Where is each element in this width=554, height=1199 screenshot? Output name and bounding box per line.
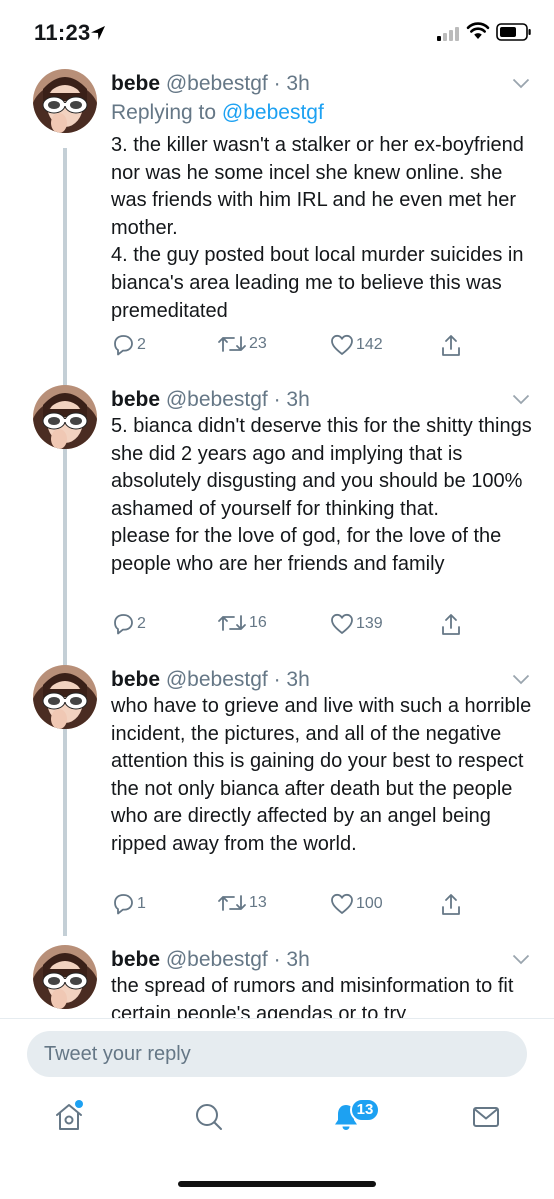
location-arrow-icon	[91, 26, 105, 40]
tweet[interactable]: bebe @bebestgf · 3h the spread of rumors…	[0, 940, 554, 1018]
chevron-down-icon[interactable]	[512, 394, 530, 405]
tweet-text: 3. the killer wasn't a stalker or her ex…	[111, 134, 524, 322]
like-button[interactable]: 139	[330, 613, 383, 635]
like-count: 100	[356, 895, 383, 912]
reply-button[interactable]: 1	[111, 893, 146, 915]
home-unread-dot	[75, 1100, 83, 1108]
replying-to-handle[interactable]: @bebestgf	[222, 101, 324, 124]
tweet-actions: 2 16 139	[111, 613, 531, 641]
retweet-count: 23	[249, 335, 267, 352]
share-button[interactable]	[440, 334, 462, 358]
wifi-icon	[466, 22, 490, 39]
share-button[interactable]	[440, 613, 462, 637]
status-time: 11:23	[34, 20, 91, 45]
tweet[interactable]: bebe @bebestgf · 3h who have to grieve a…	[0, 660, 554, 930]
tweet-header: bebe @bebestgf · 3h	[111, 388, 310, 411]
tweet[interactable]: bebe @bebestgf · 3h Replying to @bebestg…	[0, 64, 554, 364]
chevron-down-icon[interactable]	[512, 78, 530, 89]
reply-icon	[114, 335, 133, 356]
tweet-text: the spread of rumors and misinformation …	[111, 975, 514, 1018]
display-name[interactable]: bebe	[111, 668, 160, 691]
replying-to-label: Replying to	[111, 101, 222, 124]
avatar[interactable]	[33, 385, 97, 449]
search-icon[interactable]	[194, 1102, 224, 1132]
cellular-signal-icon	[437, 27, 459, 41]
battery-icon	[496, 23, 531, 41]
replying-to: Replying to @bebestgf	[111, 101, 324, 125]
tweet[interactable]: bebe @bebestgf · 3h 5. bianca didn't des…	[0, 380, 554, 650]
retweet-button[interactable]: 16	[217, 613, 267, 633]
retweet-button[interactable]: 23	[217, 334, 267, 354]
like-count: 142	[356, 336, 383, 353]
timestamp[interactable]: 3h	[286, 72, 309, 95]
avatar[interactable]	[33, 69, 97, 133]
tweet-actions: 1 13 100	[111, 893, 531, 921]
share-icon	[442, 614, 460, 635]
reply-input[interactable]: Tweet your reply	[27, 1031, 527, 1077]
avatar[interactable]	[33, 945, 97, 1009]
notification-badge: 13	[350, 1098, 380, 1122]
reply-count: 2	[137, 615, 146, 632]
tweet-header: bebe @bebestgf · 3h	[111, 948, 310, 971]
timestamp[interactable]: 3h	[286, 948, 309, 971]
tweet-text: 5. bianca didn't deserve this for the sh…	[111, 415, 532, 575]
handle[interactable]: @bebestgf	[166, 668, 268, 691]
heart-icon	[331, 613, 353, 634]
timestamp[interactable]: 3h	[286, 388, 309, 411]
display-name[interactable]: bebe	[111, 388, 160, 411]
home-indicator[interactable]	[178, 1181, 376, 1187]
chevron-down-icon[interactable]	[512, 954, 530, 965]
reply-icon	[114, 614, 133, 635]
tweet-text: who have to grieve and live with such a …	[111, 695, 532, 855]
reply-count: 2	[137, 336, 146, 353]
handle[interactable]: @bebestgf	[166, 948, 268, 971]
retweet-count: 13	[249, 894, 267, 911]
retweet-icon	[218, 895, 246, 911]
like-count: 139	[356, 615, 383, 632]
tweet-header: bebe @bebestgf · 3h	[111, 668, 310, 691]
retweet-button[interactable]: 13	[217, 893, 267, 913]
retweet-icon	[218, 615, 246, 631]
status-bar: 11:23	[0, 0, 554, 64]
like-button[interactable]: 100	[330, 893, 383, 915]
avatar[interactable]	[33, 665, 97, 729]
reply-button[interactable]: 2	[111, 613, 146, 635]
share-icon	[442, 894, 460, 915]
handle[interactable]: @bebestgf	[166, 388, 268, 411]
reply-input-placeholder: Tweet your reply	[44, 1043, 191, 1065]
retweet-icon	[218, 336, 246, 352]
messages-icon[interactable]	[471, 1102, 501, 1132]
like-button[interactable]: 142	[330, 334, 383, 356]
heart-icon	[331, 893, 353, 914]
reply-icon	[114, 894, 133, 915]
heart-icon	[331, 334, 353, 355]
chevron-down-icon[interactable]	[512, 674, 530, 685]
display-name[interactable]: bebe	[111, 72, 160, 95]
timestamp[interactable]: 3h	[286, 668, 309, 691]
display-name[interactable]: bebe	[111, 948, 160, 971]
share-button[interactable]	[440, 893, 462, 917]
tweet-actions: 2 23 142	[111, 334, 531, 362]
handle[interactable]: @bebestgf	[166, 72, 268, 95]
reply-composer-bar: Tweet your reply	[0, 1018, 554, 1089]
share-icon	[442, 335, 460, 356]
retweet-count: 16	[249, 614, 267, 631]
tweet-header: bebe @bebestgf · 3h	[111, 72, 310, 95]
reply-count: 1	[137, 895, 146, 912]
reply-button[interactable]: 2	[111, 334, 146, 356]
